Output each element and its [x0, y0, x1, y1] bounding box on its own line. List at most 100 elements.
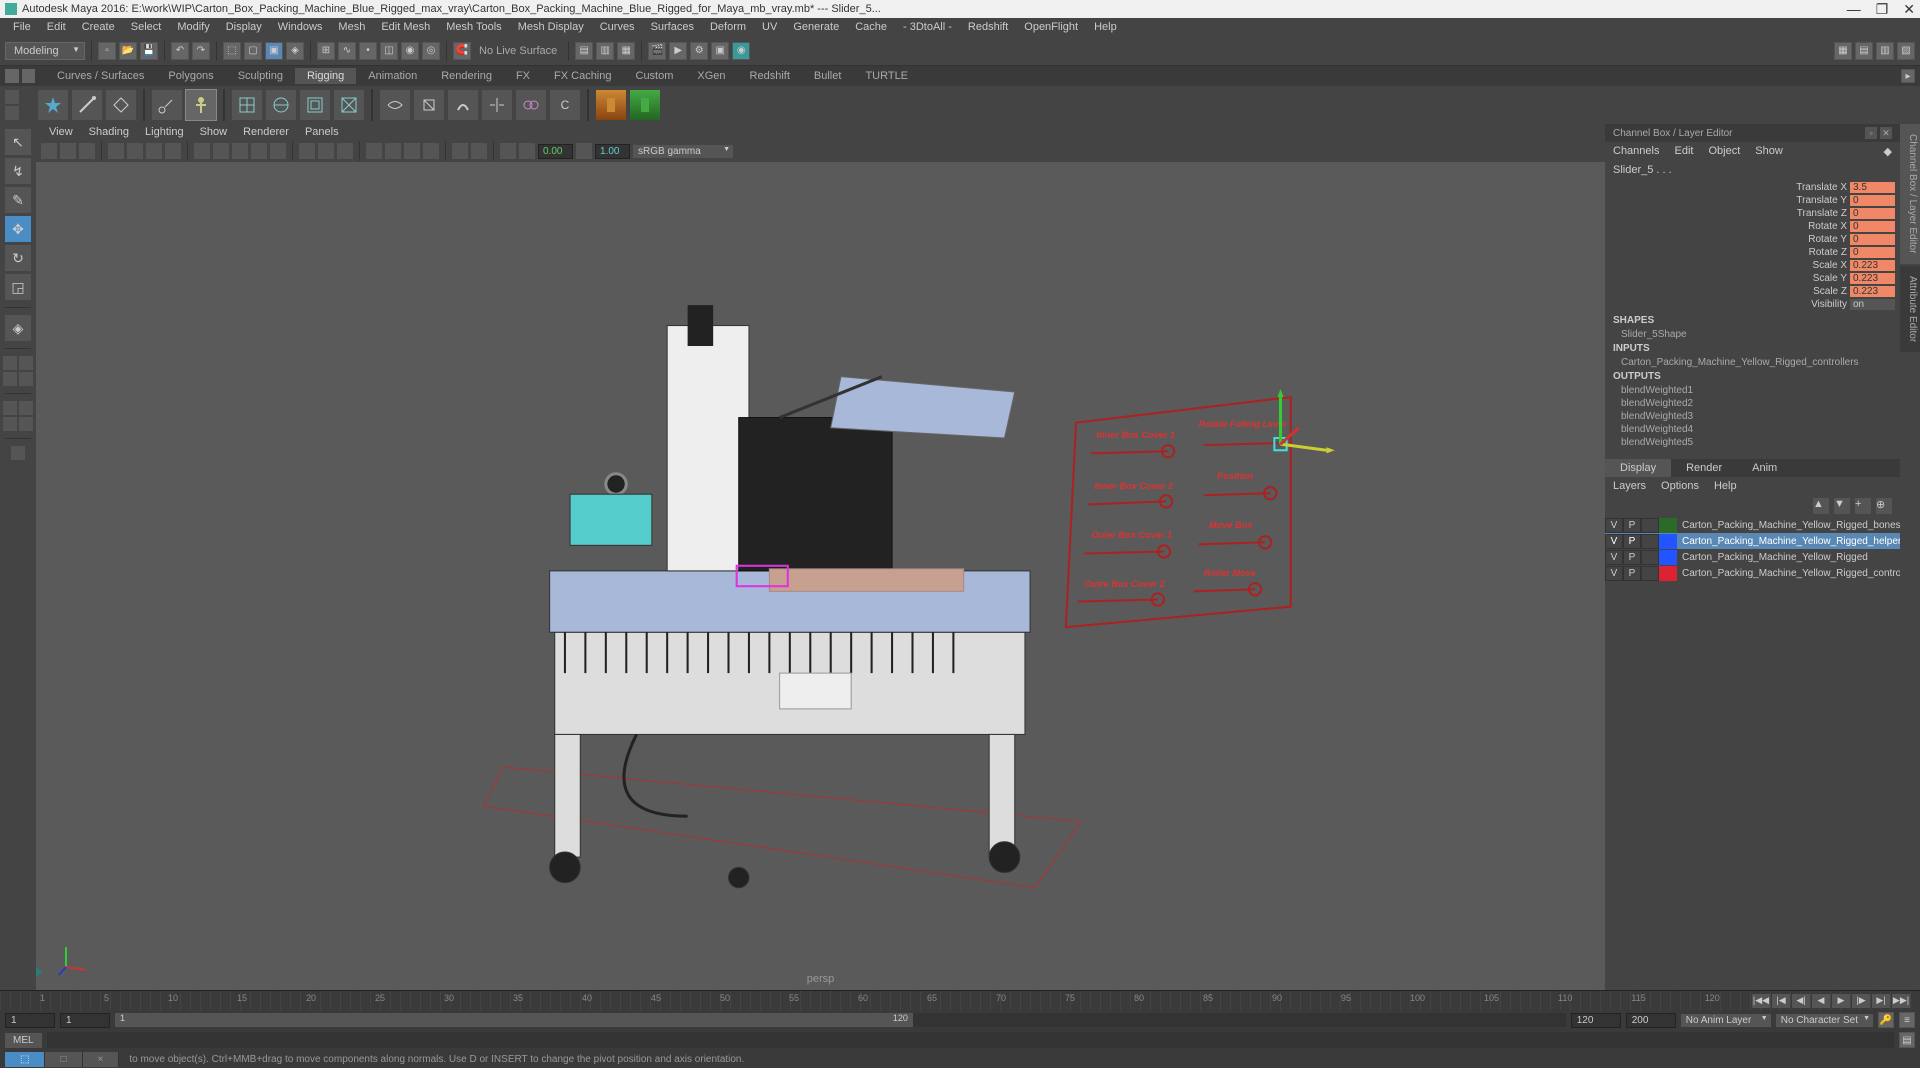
menu-uv[interactable]: UV [754, 21, 785, 33]
undo-icon[interactable]: ↶ [171, 42, 189, 60]
layers-menu-options[interactable]: Options [1661, 480, 1699, 492]
rigging-mirror-weights-icon[interactable] [481, 89, 513, 121]
shelf-editor-small-icon[interactable] [5, 90, 19, 104]
render-view-icon[interactable]: ▣ [711, 42, 729, 60]
layer-new-empty-icon[interactable]: + [1855, 498, 1871, 514]
rigging-joint-icon[interactable] [71, 89, 103, 121]
vp-camera-icon[interactable] [41, 143, 57, 159]
channel-translatez[interactable]: 0 [1850, 208, 1895, 219]
render-settings-icon[interactable]: ⚙ [690, 42, 708, 60]
select-object-icon[interactable]: ▢ [244, 42, 262, 60]
menu-edit[interactable]: Edit [39, 21, 74, 33]
range-inner-start-field[interactable]: 1 [60, 1013, 110, 1028]
snap-plane-icon[interactable]: ◫ [380, 42, 398, 60]
rigging-constraint1-icon[interactable] [595, 89, 627, 121]
rigging-lattice1-icon[interactable] [231, 89, 263, 121]
layer-row-main[interactable]: VP Carton_Packing_Machine_Yellow_Rigged [1605, 549, 1900, 565]
ipr-render-icon[interactable]: ▶ [669, 42, 687, 60]
layer-down-icon[interactable]: ▼ [1834, 498, 1850, 514]
step-back-icon[interactable]: ◀| [1792, 994, 1810, 1008]
menu-3dtoall[interactable]: - 3DtoAll - [895, 21, 960, 33]
layers-menu-help[interactable]: Help [1714, 480, 1737, 492]
panel-1-icon[interactable] [3, 401, 17, 415]
range-inner-end-field[interactable]: 120 [1571, 1013, 1621, 1028]
forward-end-icon[interactable]: ▶▶| [1892, 994, 1910, 1008]
channel-rotatey[interactable]: 0 [1850, 234, 1895, 245]
step-back-key-icon[interactable]: |◀ [1772, 994, 1790, 1008]
vp-textured-icon[interactable] [232, 143, 248, 159]
rigging-lattice2-icon[interactable] [265, 89, 297, 121]
character-set-dropdown[interactable]: No Character Set [1776, 1014, 1873, 1027]
help-tab2[interactable]: □ [45, 1052, 82, 1067]
anim-layer-dropdown[interactable]: No Anim Layer [1681, 1014, 1771, 1027]
rigging-star-icon[interactable] [37, 89, 69, 121]
rigging-cluster-icon[interactable]: C [549, 89, 581, 121]
shelf-menu-icon[interactable] [5, 69, 19, 83]
render-globals-icon[interactable]: ◉ [732, 42, 750, 60]
panel-close-icon[interactable]: ✕ [1880, 127, 1892, 139]
tab-render[interactable]: Render [1671, 459, 1737, 477]
channel-scaley[interactable]: 0.223 [1850, 273, 1895, 284]
tool-settings-toggle-icon[interactable]: ▥ [1876, 42, 1894, 60]
snap-grid-icon[interactable]: ⊞ [317, 42, 335, 60]
shelf-tab-turtle[interactable]: TURTLE [853, 68, 920, 84]
snap-point-icon[interactable]: • [359, 42, 377, 60]
channel-rotatez[interactable]: 0 [1850, 247, 1895, 258]
help-tab1[interactable]: ⬚ [5, 1052, 45, 1067]
vp-menu-renderer[interactable]: Renderer [235, 126, 297, 138]
menu-help[interactable]: Help [1086, 21, 1125, 33]
vp-menu-show[interactable]: Show [192, 126, 236, 138]
rigging-lattice4-icon[interactable] [333, 89, 365, 121]
vp-aa-icon[interactable] [404, 143, 420, 159]
vp-shadows-icon[interactable] [270, 143, 286, 159]
vp-image-plane-icon[interactable] [79, 143, 95, 159]
menu-mesh[interactable]: Mesh [330, 21, 373, 33]
vp-far-field[interactable]: 1.00 [595, 144, 630, 159]
vp-exposure-icon[interactable] [452, 143, 468, 159]
viewport-3d[interactable]: Inner Box Cover 1 Inner Box Cover 2 Oute… [36, 162, 1605, 990]
panel-4-icon[interactable] [19, 417, 33, 431]
render-current-icon[interactable]: 🎬 [648, 42, 666, 60]
vp-gate-mask-icon[interactable] [165, 143, 181, 159]
rotate-tool-icon[interactable]: ↻ [5, 245, 31, 271]
channel-translatey[interactable]: 0 [1850, 195, 1895, 206]
layers-menu-layers[interactable]: Layers [1613, 480, 1646, 492]
snap-surface-icon[interactable]: ◉ [401, 42, 419, 60]
cmd-output-icon[interactable]: ▤ [1899, 1032, 1915, 1048]
menu-surfaces[interactable]: Surfaces [643, 21, 702, 33]
tab-display[interactable]: Display [1605, 459, 1671, 477]
menuset-dropdown[interactable]: Modeling [5, 42, 85, 60]
shelf-tab-animation[interactable]: Animation [356, 68, 429, 84]
vp-film-gate-icon[interactable] [127, 143, 143, 159]
layer-row-bones[interactable]: VP Carton_Packing_Machine_Yellow_Rigged_… [1605, 517, 1900, 533]
menu-modify[interactable]: Modify [169, 21, 217, 33]
vp-motion-blur-icon[interactable] [385, 143, 401, 159]
lasso-tool-icon[interactable]: ↯ [5, 158, 31, 184]
shelf-tab-polygons[interactable]: Polygons [156, 68, 225, 84]
history-outputs-icon[interactable]: ▥ [596, 42, 614, 60]
vp-dof-icon[interactable] [423, 143, 439, 159]
menu-create[interactable]: Create [74, 21, 123, 33]
snap-curve-icon[interactable]: ∿ [338, 42, 356, 60]
step-forward-key-icon[interactable]: ▶| [1872, 994, 1890, 1008]
shelf-tab-fxcaching[interactable]: FX Caching [542, 68, 623, 84]
shelf-tab-redshift[interactable]: Redshift [738, 68, 802, 84]
channel-object-name[interactable]: Slider_5 . . . [1605, 161, 1900, 179]
shelf-editor-icon[interactable]: ▸ [1901, 69, 1915, 83]
vp-gamma-icon2[interactable] [576, 143, 592, 159]
vp-menu-panels[interactable]: Panels [297, 126, 347, 138]
shelf-tab-custom[interactable]: Custom [624, 68, 686, 84]
vp-xray-joints-icon[interactable] [337, 143, 353, 159]
menu-meshtools[interactable]: Mesh Tools [438, 21, 509, 33]
menu-generate[interactable]: Generate [785, 21, 847, 33]
pane-layout-icon[interactable]: ▦ [1834, 42, 1852, 60]
menu-windows[interactable]: Windows [270, 21, 331, 33]
vp-exposure-icon2[interactable] [519, 143, 535, 159]
inputs-item[interactable]: Carton_Packing_Machine_Yellow_Rigged_con… [1605, 356, 1900, 369]
tab-anim[interactable]: Anim [1737, 459, 1792, 477]
move-tool-icon[interactable]: ✥ [5, 216, 31, 242]
close-button[interactable]: ✕ [1903, 1, 1915, 18]
cb-manip-icon[interactable]: ◆ [1884, 145, 1892, 158]
maximize-button[interactable]: ❐ [1876, 1, 1889, 18]
menu-openflight[interactable]: OpenFlight [1016, 21, 1086, 33]
